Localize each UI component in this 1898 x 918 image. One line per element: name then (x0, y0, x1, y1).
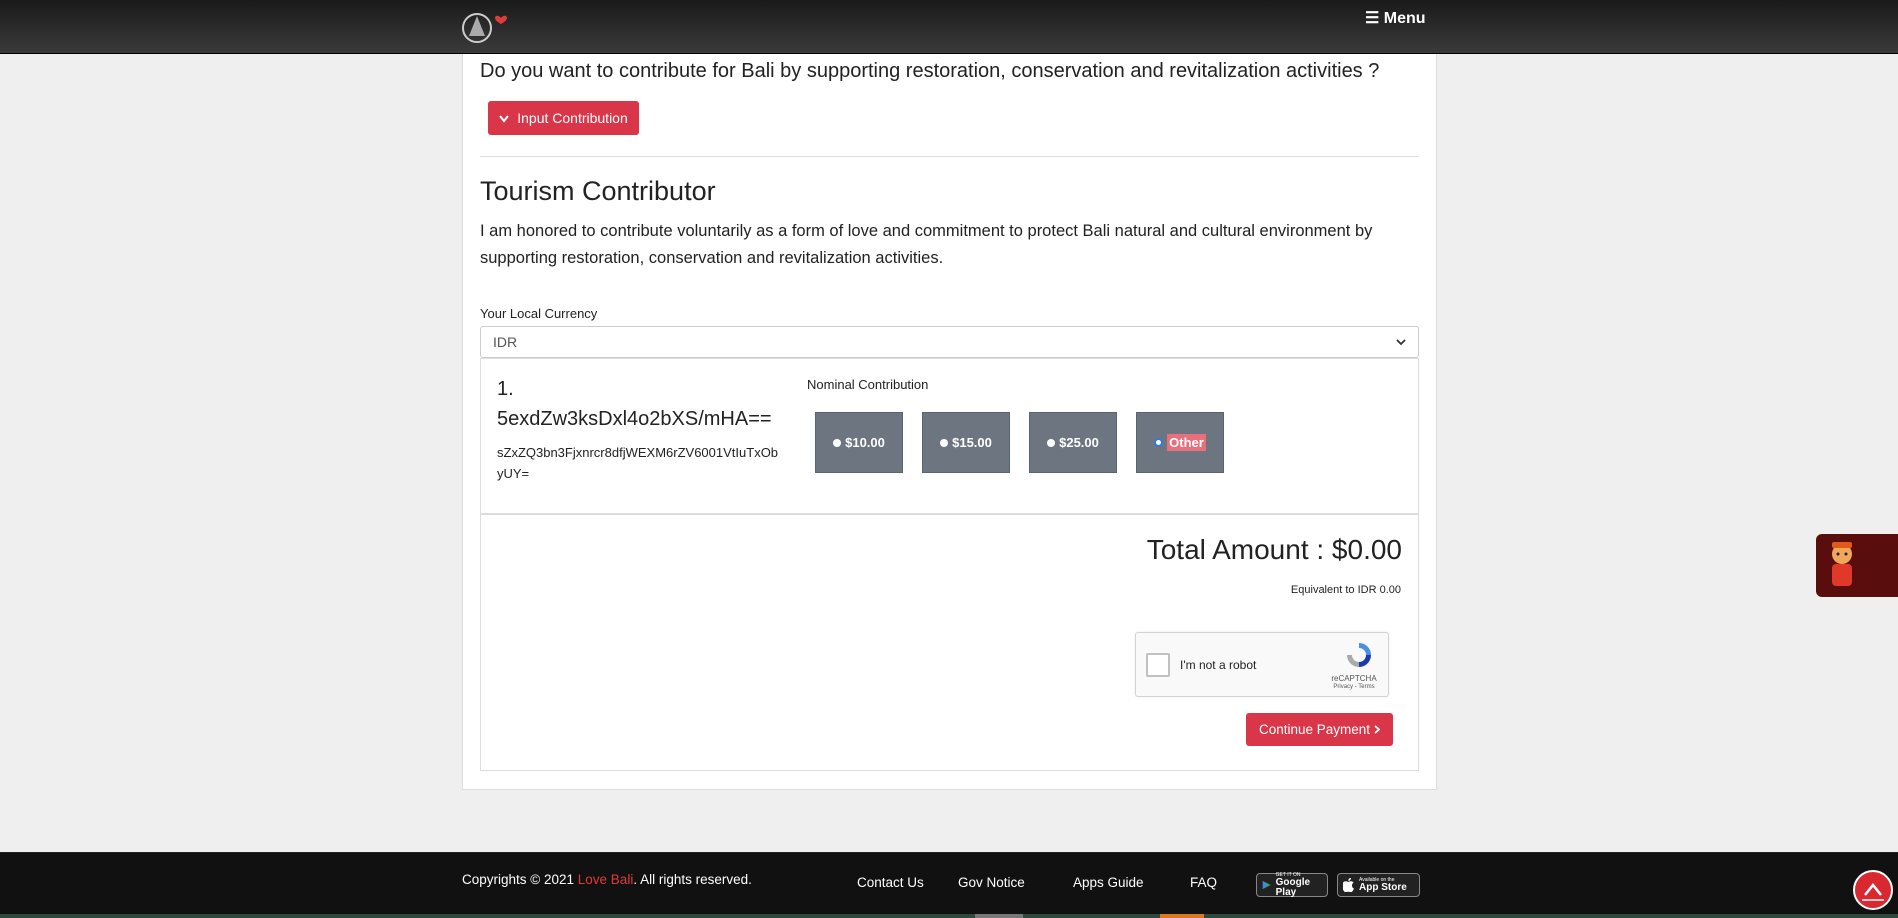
option-label: $25.00 (1059, 435, 1099, 450)
app-store-big: App Store (1359, 882, 1407, 893)
option-15-button[interactable]: $15.00 (922, 412, 1010, 473)
footer-strip (0, 914, 975, 918)
footer (0, 852, 1898, 918)
page-title: Tourism Contributor (480, 176, 716, 206)
recaptcha-label: I'm not a robot (1180, 658, 1257, 672)
copyright-prefix: Copyrights © 2021 (462, 872, 575, 887)
radio-icon (940, 438, 949, 447)
radio-icon (1047, 438, 1056, 447)
apple-icon (1343, 878, 1354, 892)
currency-value: IDR (493, 334, 518, 350)
footer-link-gov-notice[interactable]: Gov Notice (958, 875, 1025, 890)
menu-button[interactable]: ☰ Menu (1365, 8, 1426, 28)
app-store-badge[interactable]: Available on the App Store (1337, 873, 1420, 897)
copyright-suffix: . All rights reserved. (633, 872, 752, 887)
item-number: 1. (497, 378, 514, 400)
chevron-down-icon (1396, 335, 1406, 349)
item-code-primary: 5exdZw3ksDxl4o2bXS/mHA== (497, 408, 772, 430)
footer-strip (1160, 914, 1204, 918)
divider (480, 156, 1419, 157)
footer-link-contact-us[interactable]: Contact Us (857, 875, 924, 890)
currency-label: Your Local Currency (480, 306, 598, 321)
google-play-icon (1262, 880, 1271, 890)
nominal-contribution-label: Nominal Contribution (807, 377, 929, 392)
input-contribution-button[interactable]: Input Contribution (488, 101, 639, 135)
option-label: $10.00 (845, 435, 885, 450)
total-amount: Total Amount : $0.00 (1146, 534, 1402, 565)
currency-select[interactable]: IDR (480, 326, 1419, 358)
brand-link[interactable]: Love Bali (578, 872, 634, 887)
option-10-button[interactable]: $10.00 (815, 412, 903, 473)
chevron-down-icon (499, 110, 510, 126)
arrow-up-icon (1862, 882, 1884, 901)
chevron-right-icon (1374, 722, 1381, 737)
recaptcha-widget: I'm not a robot reCAPTCHA Privacy - Term… (1135, 632, 1389, 697)
radio-selected-icon (1154, 438, 1164, 447)
mascot-icon (1832, 542, 1852, 586)
footer-link-faq[interactable]: FAQ (1190, 875, 1217, 890)
radio-icon (833, 438, 842, 447)
google-play-badge[interactable]: GET IT ON Google Play (1256, 872, 1328, 898)
option-label: Other (1167, 434, 1206, 451)
footer-link-apps-guide[interactable]: Apps Guide (1073, 875, 1144, 890)
recaptcha-icon (1344, 640, 1374, 670)
continue-payment-button[interactable]: Continue Payment (1246, 713, 1393, 746)
copyright: Copyrights © 2021 Love Bali. All rights … (462, 872, 752, 887)
section-description: I am honored to contribute voluntarily a… (480, 222, 1373, 267)
top-navbar: ☰ Menu (0, 0, 1898, 54)
option-25-button[interactable]: $25.00 (1029, 412, 1117, 473)
contribution-question: Do you want to contribute for Bali by su… (480, 60, 1380, 82)
recaptcha-checkbox[interactable] (1146, 653, 1170, 677)
footer-strip (975, 914, 1023, 918)
footer-strip (1023, 914, 1160, 918)
equivalent-amount: Equivalent to IDR 0.00 (1290, 584, 1401, 596)
continue-payment-label: Continue Payment (1258, 722, 1371, 737)
google-play-big: Google Play (1275, 877, 1311, 898)
recaptcha-brand: reCAPTCHA (1331, 674, 1377, 683)
footer-strip (1204, 914, 1898, 918)
chat-assistant-widget[interactable] (1816, 534, 1898, 597)
input-contribution-label: Input Contribution (517, 110, 628, 126)
site-logo[interactable] (461, 8, 529, 48)
recaptcha-links[interactable]: Privacy - Terms (1324, 684, 1384, 690)
scroll-to-top-button[interactable] (1853, 870, 1893, 910)
item-code-secondary: sZxZQ3bn3Fjxnrcr8dfjWEXM6rZV6001VtIuTxOb… (497, 445, 779, 481)
option-label: $15.00 (952, 435, 992, 450)
option-other-button[interactable]: Other (1136, 412, 1224, 473)
